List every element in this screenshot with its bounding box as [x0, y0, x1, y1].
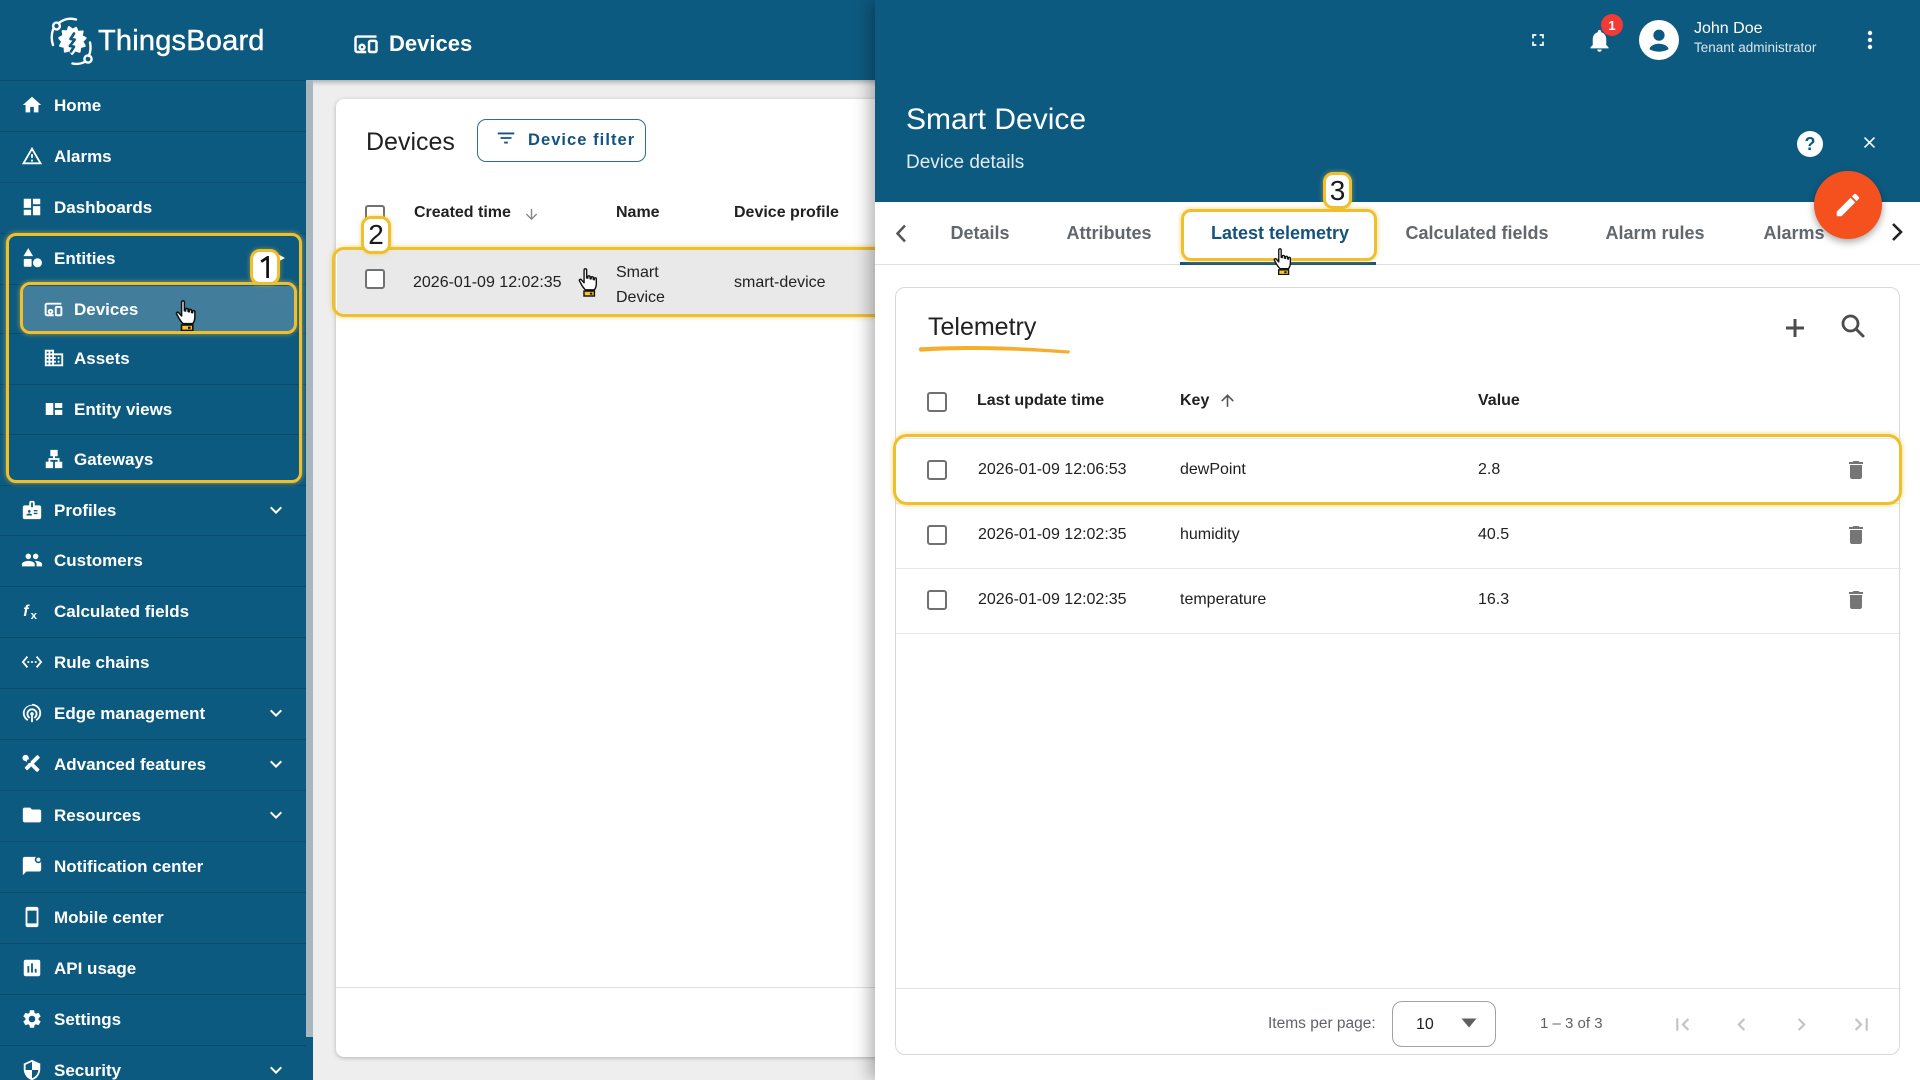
- svg-text:f: f: [23, 603, 30, 620]
- svg-text:x: x: [31, 610, 38, 622]
